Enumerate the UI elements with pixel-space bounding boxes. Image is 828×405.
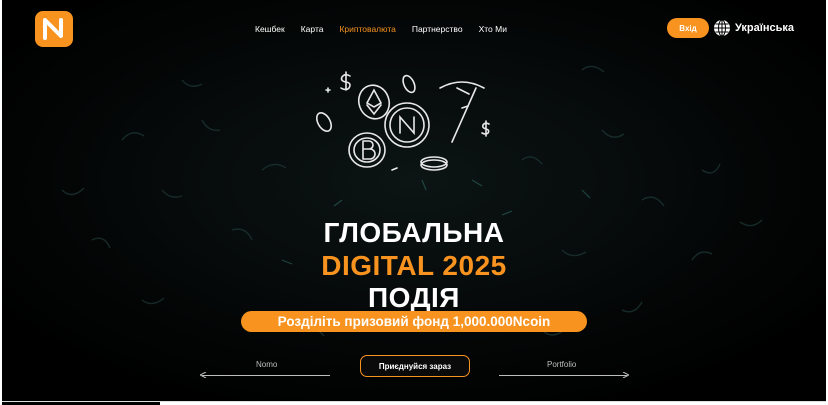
hero-illustration	[315, 71, 490, 171]
hero-title-line1: ГЛОБАЛЬНА	[323, 217, 505, 248]
nomo-line	[200, 372, 330, 378]
nav-item-about[interactable]: Хто Ми	[479, 24, 507, 34]
ethereum-icon	[357, 84, 391, 120]
hero-title-line3: ПОДІЯ	[368, 282, 460, 313]
main-nav: Кешбек Карта Криптовалюта Партнерство Хт…	[255, 24, 507, 34]
page-frame: Кешбек Карта Криптовалюта Партнерство Хт…	[2, 0, 826, 402]
nomo-link[interactable]: Nomo	[256, 360, 277, 369]
background-texture	[2, 0, 826, 401]
nav-item-partnership[interactable]: Партнерство	[412, 24, 463, 34]
login-button[interactable]: Вхід	[667, 18, 709, 38]
language-selector[interactable]: Українська	[713, 19, 794, 37]
coin-icon	[384, 102, 430, 148]
prize-banner: Розділіть призовий фонд 1,000.000Ncoin	[241, 311, 587, 332]
nav-item-crypto[interactable]: Криптовалюта	[339, 24, 395, 34]
pickaxe-icon	[439, 81, 485, 143]
globe-icon	[714, 19, 730, 37]
brand-logo[interactable]	[35, 11, 73, 47]
bitcoin-icon	[348, 132, 386, 168]
nav-item-card[interactable]: Карта	[301, 24, 324, 34]
hero-title-line2: DIGITAL 2025	[321, 250, 507, 281]
nav-item-cashback[interactable]: Кешбек	[255, 24, 285, 34]
arrow-right-icon	[622, 372, 629, 378]
arrow-left-icon	[200, 372, 207, 378]
language-label: Українська	[735, 22, 795, 34]
logo-n-icon	[43, 18, 63, 40]
portfolio-link[interactable]: Portfolio	[547, 360, 576, 369]
join-now-button[interactable]: Приєднуйся зараз	[360, 355, 470, 377]
portfolio-line	[499, 372, 629, 378]
